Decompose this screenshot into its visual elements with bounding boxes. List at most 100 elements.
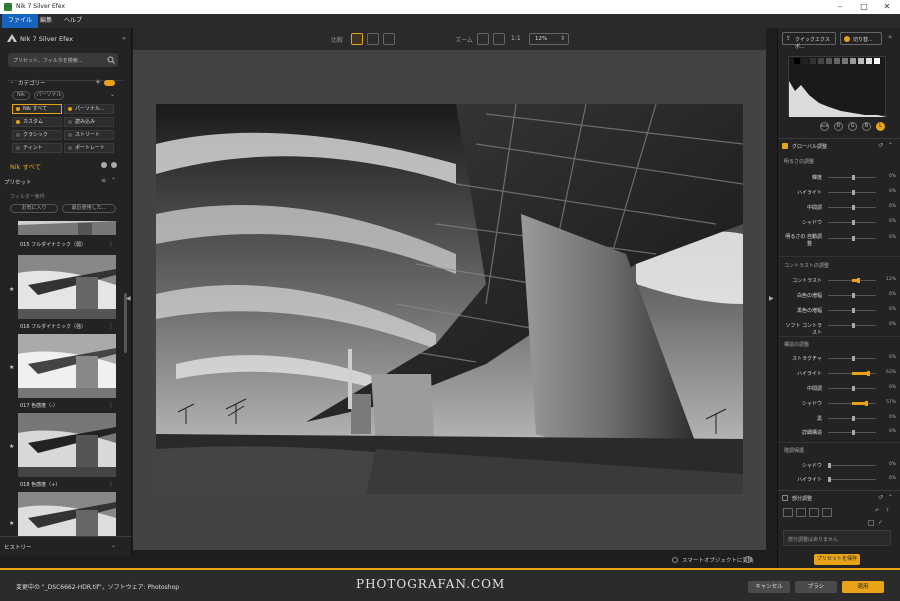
tab-nik[interactable]: Nik	[12, 91, 30, 100]
white-amplify-slider[interactable]	[828, 293, 876, 298]
apply-button[interactable]: 適用	[842, 581, 884, 593]
protect-shadows-slider[interactable]	[828, 463, 876, 468]
zoom-one-to-one-button[interactable]: 1:1	[511, 35, 521, 42]
mask-icon[interactable]	[868, 520, 874, 526]
fit-screen-button[interactable]	[477, 33, 489, 45]
slider-handle[interactable]	[852, 323, 855, 328]
smart-object-checkbox[interactable]	[672, 557, 678, 563]
category-street[interactable]: ストリート	[64, 130, 114, 140]
recent-button[interactable]: 最近使用した...	[62, 204, 116, 213]
preset-thumbnail[interactable]	[18, 221, 116, 235]
soft-contrast-slider[interactable]	[828, 323, 876, 328]
collapse-icon[interactable]: »	[888, 33, 892, 41]
check-icon[interactable]: ✓	[878, 519, 883, 526]
add-icon[interactable]: +	[95, 78, 101, 86]
channel-r-button[interactable]: R	[834, 122, 843, 131]
minimize-button[interactable]: –	[835, 2, 845, 12]
search-input[interactable]: プリセット、フィルタを検索...	[8, 53, 118, 67]
preset-thumbnail[interactable]	[18, 334, 116, 398]
category-custom[interactable]: カスタム	[12, 117, 62, 127]
category-nik-all[interactable]: Nik すべて	[12, 104, 62, 114]
structure-midtones-slider[interactable]	[828, 386, 876, 391]
highlights-slider[interactable]	[828, 190, 876, 195]
menu-help[interactable]: ヘルプ	[58, 14, 88, 28]
compare-split-button[interactable]	[351, 33, 363, 45]
tab-personal[interactable]: パーソナル	[34, 91, 64, 100]
local-checkbox[interactable]	[782, 495, 788, 501]
structure-shadows-slider[interactable]	[828, 401, 876, 406]
photo-preview[interactable]	[156, 104, 743, 494]
slider-handle[interactable]	[852, 416, 855, 421]
info-icon[interactable]	[101, 162, 107, 168]
slider-handle[interactable]	[852, 308, 855, 313]
toggle-switch[interactable]	[104, 80, 115, 86]
chevron-down-icon[interactable]: ⌄	[10, 79, 14, 85]
star-icon[interactable]: ★	[9, 286, 14, 293]
preset-thumbnail[interactable]	[18, 413, 116, 477]
category-tint[interactable]: ティント	[12, 143, 62, 153]
collapse-panel-icon[interactable]: «	[122, 35, 126, 42]
collapse-left-icon[interactable]: ◀	[126, 295, 131, 302]
close-icon[interactable]	[111, 162, 117, 168]
structure-highlights-slider[interactable]	[828, 371, 876, 376]
more-icon[interactable]: ⋮	[108, 323, 114, 330]
gradient-icon[interactable]	[809, 508, 819, 517]
chevron-down-icon[interactable]: ⌄	[111, 542, 116, 549]
slider-handle[interactable]	[852, 175, 855, 180]
reset-icon[interactable]: ↺	[878, 494, 883, 501]
save-preset-button[interactable]: プリセットを保存	[814, 554, 860, 565]
compare-side-button[interactable]	[367, 33, 379, 45]
switch-button[interactable]: 切り替...	[840, 32, 882, 45]
category-personal[interactable]: パーソナル...	[64, 104, 114, 114]
shadows-slider[interactable]	[828, 220, 876, 225]
history-title[interactable]: ヒストリー	[4, 543, 32, 551]
close-button[interactable]: ✕	[882, 2, 892, 12]
channel-rgb-button[interactable]: RGB	[820, 122, 829, 131]
slider-handle[interactable]	[865, 401, 868, 406]
slider-handle[interactable]	[852, 356, 855, 361]
quick-export-button[interactable]: ⇪ クイックエクスポ...	[782, 32, 836, 50]
slider-handle[interactable]	[828, 463, 831, 468]
category-import[interactable]: 読み込み	[64, 117, 114, 127]
contrast-slider[interactable]	[828, 278, 876, 283]
radial-icon[interactable]	[796, 508, 806, 517]
global-checkbox[interactable]	[782, 143, 788, 149]
rotate-icon[interactable]: ↶	[875, 508, 879, 514]
brush-button[interactable]: ブラシ	[795, 581, 837, 593]
auto-brightness-slider[interactable]	[828, 236, 876, 241]
structure-slider[interactable]	[828, 356, 876, 361]
category-classic[interactable]: クラシック	[12, 130, 62, 140]
preset-thumbnail[interactable]	[18, 255, 116, 319]
brightness-slider[interactable]	[828, 175, 876, 180]
channel-l-button[interactable]: L	[876, 122, 885, 131]
slider-handle[interactable]	[852, 205, 855, 210]
slider-handle[interactable]	[852, 386, 855, 391]
slider-handle[interactable]	[852, 220, 855, 225]
midtones-slider[interactable]	[828, 205, 876, 210]
protect-highlights-slider[interactable]	[828, 477, 876, 482]
star-icon[interactable]: ★	[9, 364, 14, 371]
brush-icon[interactable]	[822, 508, 832, 517]
slider-handle[interactable]	[852, 293, 855, 298]
structure-black-slider[interactable]	[828, 416, 876, 421]
slider-handle[interactable]	[852, 190, 855, 195]
slider-handle[interactable]	[857, 278, 860, 283]
chevron-up-icon[interactable]: ⌃	[888, 494, 893, 501]
chevron-up-icon[interactable]: ⌃	[888, 142, 893, 149]
fine-structure-slider[interactable]	[828, 430, 876, 435]
more-icon[interactable]: ⋮	[108, 241, 114, 248]
channel-b-button[interactable]: B	[862, 122, 871, 131]
slider-handle[interactable]	[852, 236, 855, 241]
slider-handle[interactable]	[828, 477, 831, 482]
category-portrait[interactable]: ポートレート	[64, 143, 114, 153]
help-icon[interactable]: ?	[886, 508, 889, 514]
maximize-button[interactable]: □	[859, 2, 869, 12]
star-icon[interactable]: ★	[9, 443, 14, 450]
favorites-button[interactable]: お気に入り	[10, 204, 58, 213]
cancel-button[interactable]: キャンセル	[748, 581, 790, 593]
trash-icon[interactable]	[383, 33, 395, 45]
zoom-select[interactable]: 12% ⇕	[529, 33, 569, 45]
collapse-right-icon[interactable]: ▶	[769, 295, 774, 302]
slider-handle[interactable]	[867, 371, 870, 376]
star-icon[interactable]: ★	[9, 520, 14, 527]
